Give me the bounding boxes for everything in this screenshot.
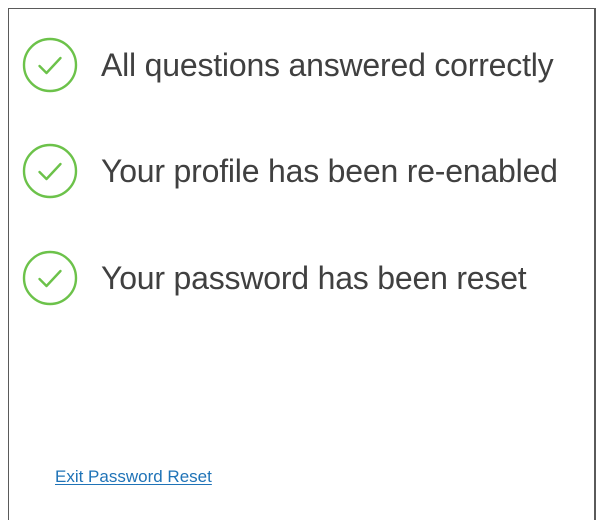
check-circle-icon — [22, 37, 78, 93]
status-text: Your password has been reset — [101, 260, 527, 296]
status-item-password: Your password has been reset — [22, 250, 527, 306]
check-circle-icon — [22, 250, 78, 306]
status-item-questions: All questions answered correctly — [22, 37, 554, 93]
exit-password-reset-link[interactable]: Exit Password Reset — [55, 467, 212, 487]
check-circle-icon — [22, 143, 78, 199]
status-item-profile: Your profile has been re-enabled — [22, 143, 558, 199]
password-reset-status-panel: All questions answered correctly Your pr… — [8, 8, 596, 520]
status-text: Your profile has been re-enabled — [101, 153, 558, 189]
status-text: All questions answered correctly — [101, 47, 554, 83]
